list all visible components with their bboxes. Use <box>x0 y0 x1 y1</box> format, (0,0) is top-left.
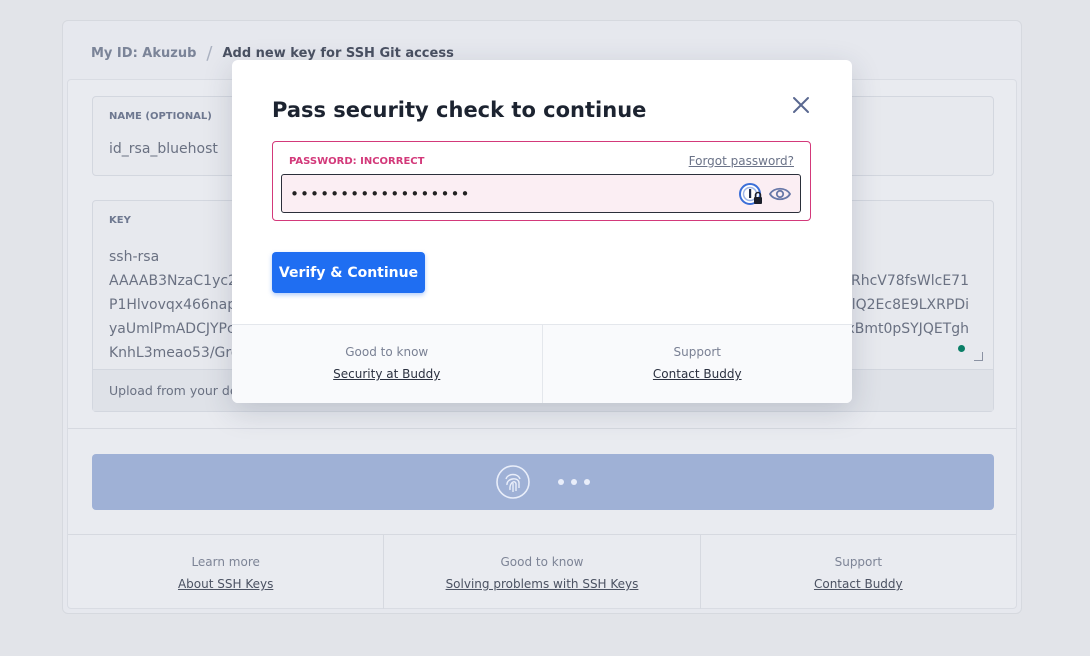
about-ssh-keys-link[interactable]: About SSH Keys <box>68 577 383 591</box>
loading-dots <box>558 479 590 485</box>
key-line: P1Hlvovqx466napx <box>109 297 245 313</box>
name-field-value[interactable]: id_rsa_bluehost <box>109 141 218 157</box>
forgot-password-link[interactable]: Forgot password? <box>689 154 794 168</box>
security-check-modal: Pass security check to continue PASSWORD… <box>232 60 852 403</box>
verify-continue-button[interactable]: Verify & Continue <box>272 252 425 293</box>
breadcrumb-parent-link[interactable]: My ID: Akuzub <box>91 46 196 61</box>
key-line: yaUmlPmADCJYPc <box>109 321 235 337</box>
key-line: AAAAB3NzaC1yc2E <box>109 273 246 289</box>
key-line: 5lQ2Ec8E9LXRPDi <box>842 297 969 313</box>
password-label: PASSWORD: INCORRECT <box>289 156 425 167</box>
page-footer: Learn more About SSH Keys Good to know S… <box>68 535 1016 609</box>
footer-caption: Support <box>673 345 721 359</box>
key-line: xBmt0pSYJQETgh <box>846 321 969 337</box>
footer-caption: Good to know <box>345 345 429 359</box>
password-field: PASSWORD: INCORRECT Forgot password? <box>272 141 811 221</box>
password-manager-icon[interactable] <box>738 183 764 207</box>
modal-footer-support: Support Contact Buddy <box>543 325 853 403</box>
key-line: ssh-rsa <box>109 249 160 265</box>
name-field-label: NAME (OPTIONAL) <box>109 111 212 122</box>
footer-caption: Good to know <box>500 555 584 569</box>
footer-caption: Support <box>834 555 883 569</box>
modal-footer-know: Good to know Security at Buddy <box>232 325 543 403</box>
solving-problems-link[interactable]: Solving problems with SSH Keys <box>384 577 699 591</box>
footer-know: Good to know Solving problems with SSH K… <box>384 535 701 609</box>
submit-button-loading[interactable] <box>92 454 994 510</box>
eye-icon[interactable] <box>768 184 792 204</box>
security-at-buddy-link[interactable]: Security at Buddy <box>232 367 542 381</box>
footer-learn: Learn more About SSH Keys <box>68 535 385 609</box>
key-field-label: KEY <box>109 215 131 226</box>
modal-title: Pass security check to continue <box>272 98 647 122</box>
upload-text[interactable]: Upload from your devi <box>109 383 248 398</box>
close-icon[interactable] <box>790 94 812 116</box>
fingerprint-icon <box>496 465 530 499</box>
resize-handle[interactable] <box>974 352 983 361</box>
divider <box>68 428 1016 429</box>
footer-caption: Learn more <box>191 555 260 569</box>
contact-buddy-link[interactable]: Contact Buddy <box>701 577 1016 591</box>
key-text-right[interactable]: URhcV78fsWlcE71 5lQ2Ec8E9LXRPDi xBmt0pSY… <box>841 269 969 341</box>
key-status-dot <box>958 345 965 352</box>
breadcrumb-current: Add new key for SSH Git access <box>222 46 454 61</box>
key-text-left[interactable]: ssh-rsa AAAAB3NzaC1yc2E P1Hlvovqx466napx… <box>109 245 246 365</box>
breadcrumb-separator: / <box>206 43 213 64</box>
key-line: KnhL3meao53/Grd <box>109 345 240 361</box>
contact-buddy-link[interactable]: Contact Buddy <box>543 367 853 381</box>
password-input[interactable] <box>281 174 801 213</box>
modal-footer: Good to know Security at Buddy Support C… <box>232 324 852 403</box>
footer-support: Support Contact Buddy <box>701 535 1016 609</box>
key-line: URhcV78fsWlcE71 <box>840 273 969 289</box>
